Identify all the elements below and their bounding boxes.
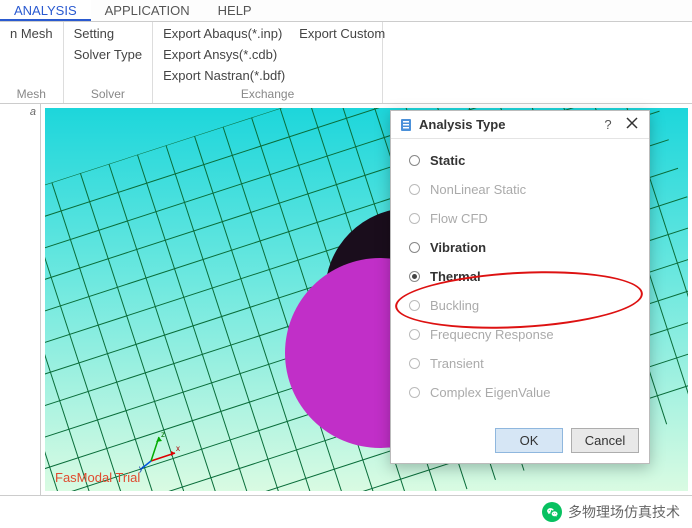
dialog-footer: OK Cancel (391, 420, 649, 463)
menu-bar: ANALYSIS APPLICATION HELP (0, 0, 692, 22)
ribbon-item-export-custom[interactable]: Export Custom (299, 26, 385, 41)
ribbon-group-solver: Setting Solver Type Solver (64, 22, 153, 103)
close-icon (626, 117, 638, 129)
radio-indicator[interactable] (409, 271, 420, 282)
footer: 多物理场仿真技术 (0, 496, 692, 528)
ribbon-item-export-ansys[interactable]: Export Ansys(*.cdb) (163, 47, 285, 62)
radio-nonlinear-static: NonLinear Static (409, 182, 631, 197)
menu-analysis[interactable]: ANALYSIS (0, 0, 91, 21)
radio-label: Thermal (430, 269, 631, 284)
dialog-close-button[interactable] (623, 117, 641, 132)
radio-indicator (409, 358, 420, 369)
ribbon-group-label: Solver (74, 85, 142, 101)
wechat-icon (542, 502, 562, 522)
ribbon-item-solver-type[interactable]: Solver Type (74, 47, 142, 62)
analysis-type-dialog: Analysis Type ? Static NonLinear Static Fl… (390, 110, 650, 464)
ribbon-item-export-nastran[interactable]: Export Nastran(*.bdf) (163, 68, 285, 83)
footer-text: 多物理场仿真技术 (568, 502, 680, 522)
menu-help[interactable]: HELP (204, 0, 266, 21)
ribbon-group-exchange: Export Abaqus(*.inp) Export Ansys(*.cdb)… (153, 22, 383, 103)
radio-indicator (409, 387, 420, 398)
dialog-titlebar[interactable]: Analysis Type ? (391, 111, 649, 139)
dialog-body: Static NonLinear Static Flow CFD Vibration T… (391, 139, 649, 420)
radio-indicator (409, 184, 420, 195)
radio-label: Transient (430, 356, 631, 371)
radio-label: Static (430, 153, 631, 168)
axis-triad: x z y (141, 431, 181, 471)
cancel-button[interactable]: Cancel (571, 428, 639, 453)
ribbon-item-export-abaqus[interactable]: Export Abaqus(*.inp) (163, 26, 285, 41)
ribbon-group-label: Exchange (163, 85, 372, 101)
ribbon-group-mesh: n Mesh Mesh (0, 22, 64, 103)
svg-text:x: x (176, 444, 180, 453)
radio-complex-eigenvalue: Complex EigenValue (409, 385, 631, 400)
radio-indicator (409, 300, 420, 311)
radio-vibration[interactable]: Vibration (409, 240, 631, 255)
side-panel-corner-label: a (30, 106, 36, 118)
side-panel: a (0, 104, 41, 495)
menu-application[interactable]: APPLICATION (91, 0, 204, 21)
radio-indicator (409, 213, 420, 224)
radio-transient: Transient (409, 356, 631, 371)
radio-static[interactable]: Static (409, 153, 631, 168)
radio-indicator[interactable] (409, 242, 420, 253)
ribbon-item-setting[interactable]: Setting (74, 26, 142, 41)
ok-button[interactable]: OK (495, 428, 563, 453)
ribbon: n Mesh Mesh Setting Solver Type Solver E… (0, 22, 692, 104)
radio-frequecny-response: Frequecny Response (409, 327, 631, 342)
radio-indicator (409, 329, 420, 340)
radio-label: Vibration (430, 240, 631, 255)
radio-label: Buckling (430, 298, 631, 313)
viewport-watermark: FasModal Trial (55, 470, 140, 485)
radio-indicator[interactable] (409, 155, 420, 166)
ribbon-group-label: Mesh (10, 85, 53, 101)
radio-label: NonLinear Static (430, 182, 631, 197)
radio-label: Flow CFD (430, 211, 631, 226)
radio-buckling: Buckling (409, 298, 631, 313)
radio-label: Frequecny Response (430, 327, 631, 342)
radio-label: Complex EigenValue (430, 385, 631, 400)
radio-flow-cfd: Flow CFD (409, 211, 631, 226)
dialog-title: Analysis Type (419, 117, 593, 132)
dialog-icon (399, 118, 413, 132)
radio-thermal[interactable]: Thermal (409, 269, 631, 284)
svg-text:z: z (161, 430, 165, 439)
dialog-help-button[interactable]: ? (599, 117, 617, 132)
ribbon-item-mesh-partial[interactable]: n Mesh (10, 26, 53, 41)
